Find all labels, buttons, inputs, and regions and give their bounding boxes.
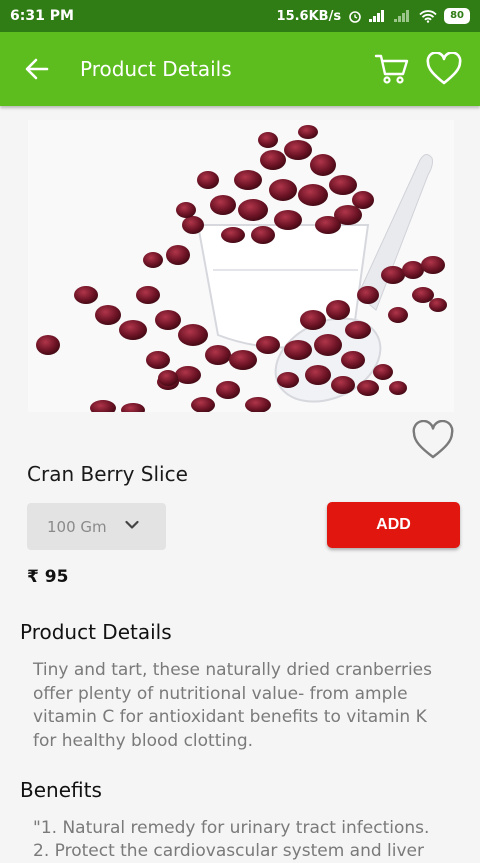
product-details-heading: Product Details <box>20 620 172 644</box>
alarm-icon <box>349 11 361 23</box>
status-bar: 6:31 PM 15.6KB/s 80 <box>0 0 480 32</box>
page-title: Product Details <box>80 57 232 81</box>
status-time: 6:31 PM <box>10 8 74 24</box>
chevron-down-icon <box>125 520 139 529</box>
product-price: ₹ 95 <box>27 567 69 587</box>
app-bar: Product Details <box>0 32 480 106</box>
battery-indicator: 80 <box>444 8 470 24</box>
arrow-left-icon[interactable] <box>24 56 50 82</box>
benefit-line: "1. Natural remedy for urinary tract inf… <box>33 818 430 838</box>
heart-outline-icon[interactable] <box>426 52 462 86</box>
benefit-line: 2. Protect the cardiovascular system and… <box>33 841 424 861</box>
weight-option-label: 100 Gm <box>47 517 107 536</box>
product-description: Tiny and tart, these naturally dried cra… <box>33 660 432 751</box>
network-speed: 15.6KB/s <box>276 8 342 24</box>
benefits-heading: Benefits <box>20 778 102 802</box>
cranberries-illustration <box>28 120 454 412</box>
cart-icon[interactable] <box>374 51 410 87</box>
product-image <box>28 120 454 412</box>
signal-weak-icon <box>394 10 410 22</box>
wifi-icon <box>419 9 437 23</box>
add-to-cart-button[interactable]: ADD <box>327 502 460 548</box>
signal-icon <box>369 10 385 22</box>
weight-dropdown[interactable]: 100 Gm <box>27 503 166 550</box>
benefits-text: "1. Natural remedy for urinary tract inf… <box>33 817 473 863</box>
status-indicators: 15.6KB/s 80 <box>277 8 470 24</box>
product-name: Cran Berry Slice <box>27 462 188 486</box>
favorite-heart-icon[interactable] <box>411 420 455 460</box>
